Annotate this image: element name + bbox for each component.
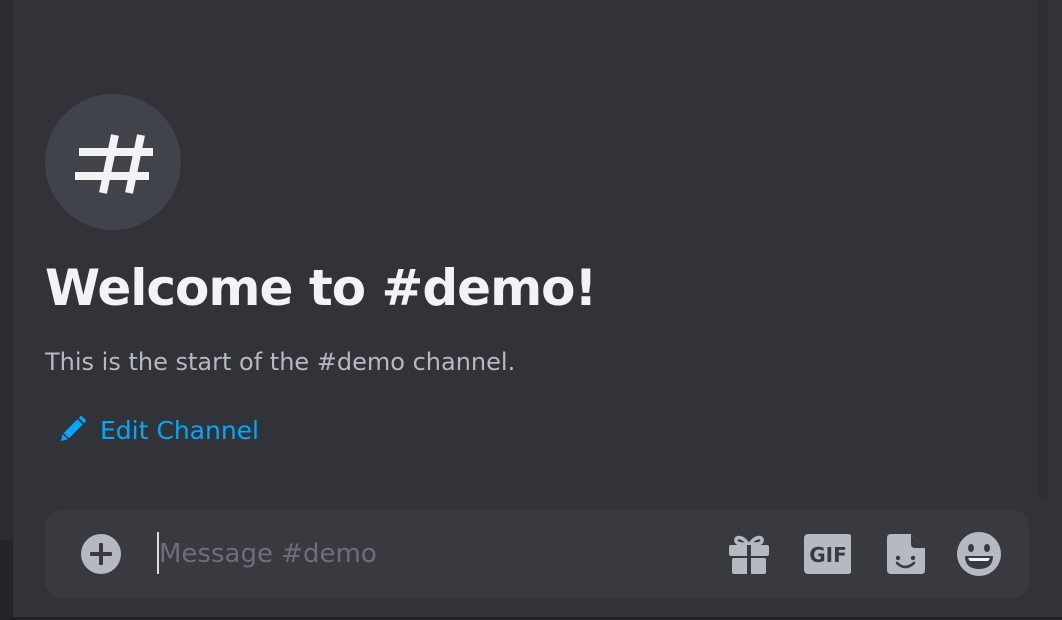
gif-button[interactable]: GIF [803, 532, 851, 576]
welcome-subtitle: This is the start of the #demo channel. [45, 348, 516, 376]
sticker-icon [887, 534, 925, 574]
attach-button[interactable] [81, 534, 121, 574]
edit-channel-link[interactable]: Edit Channel [58, 410, 259, 450]
chat-view: Welcome to #demo! This is the start of t… [0, 0, 1062, 620]
message-input[interactable] [159, 530, 709, 578]
pencil-icon [58, 416, 86, 444]
emoji-icon [957, 532, 1001, 576]
sticker-button[interactable] [883, 532, 931, 576]
plus-circle-icon [81, 534, 121, 574]
gif-label: GIF [809, 543, 847, 567]
left-sidebar-edge [0, 0, 13, 620]
gift-icon [729, 535, 769, 574]
hash-icon [75, 134, 153, 194]
scrollbar-track[interactable] [1038, 0, 1048, 500]
edit-channel-label: Edit Channel [100, 415, 259, 445]
message-composer: GIF [45, 510, 1029, 598]
emoji-button[interactable] [955, 532, 1003, 576]
left-sidebar-bottom-edge [0, 540, 13, 620]
gif-icon: GIF [804, 534, 851, 574]
channel-avatar [45, 94, 181, 230]
gift-button[interactable] [725, 532, 773, 576]
welcome-title: Welcome to #demo! [45, 259, 597, 317]
